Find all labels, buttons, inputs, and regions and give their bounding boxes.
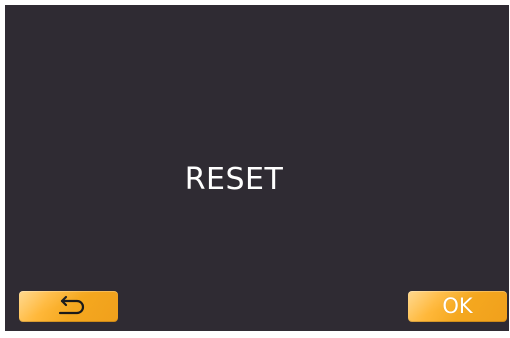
- ok-button-label: OK: [442, 294, 473, 318]
- back-button[interactable]: [19, 291, 118, 322]
- ok-button[interactable]: OK: [408, 291, 507, 322]
- screen-title: RESET: [184, 162, 284, 197]
- reset-screen: RESET OK: [5, 5, 509, 331]
- return-arrow-icon: [58, 295, 85, 315]
